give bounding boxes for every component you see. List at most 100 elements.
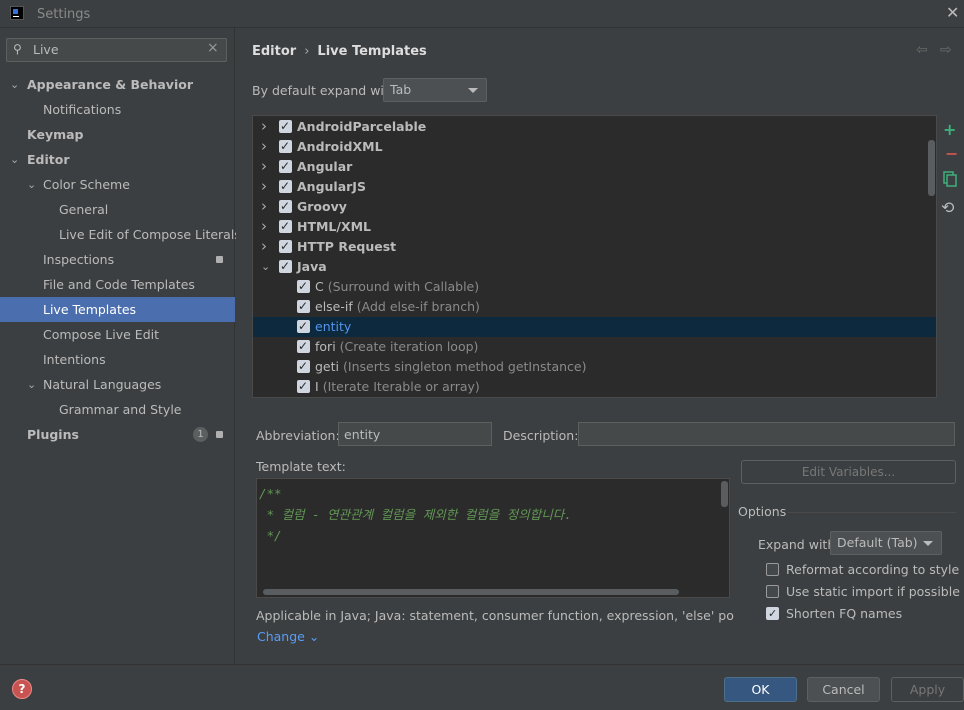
sidebar-item-label: File and Code Templates	[43, 277, 195, 292]
shorten-fq-label: Shorten FQ names	[786, 606, 903, 621]
template-name: I (Iterate Iterable or array)	[315, 377, 480, 397]
template-checkbox[interactable]	[279, 236, 292, 256]
remove-icon[interactable]: −	[945, 144, 958, 163]
template-group-row[interactable]: › Angular	[253, 156, 936, 177]
templates-scrollbar[interactable]	[928, 140, 935, 196]
template-checkbox[interactable]	[279, 196, 292, 216]
apply-button[interactable]: Apply	[891, 677, 964, 702]
sidebar-item-label: Natural Languages	[43, 377, 162, 392]
shorten-fq-checkbox[interactable]	[766, 605, 779, 623]
sidebar-item-live-edit-of-compose-literals[interactable]: Live Edit of Compose Literals	[0, 222, 241, 247]
expand-with-dropdown[interactable]: Default (Tab)	[830, 531, 942, 555]
sidebar-item-keymap[interactable]: Keymap	[0, 122, 235, 147]
template-checkbox[interactable]	[297, 336, 310, 356]
sidebar-item-grammar-and-style[interactable]: Grammar and Style	[0, 397, 235, 422]
template-group-row[interactable]: › AndroidXML	[253, 136, 936, 157]
add-icon[interactable]: +	[943, 120, 956, 139]
template-group-row[interactable]: › AngularJS	[253, 176, 936, 197]
template-group-row[interactable]: › Groovy	[253, 196, 936, 217]
sidebar-item-plugins[interactable]: Plugins 1	[0, 422, 235, 447]
sidebar-item-notifications[interactable]: Notifications	[0, 97, 235, 122]
template-name: entity	[315, 317, 351, 337]
template-name-text: Groovy	[297, 199, 347, 214]
template-text-editor[interactable]: /** * 컬럼 - 연관관계 컬럼을 제외한 컬럼을 정의합니다. */	[256, 478, 730, 598]
template-group-row[interactable]: › AndroidParcelable	[253, 116, 936, 137]
template-row[interactable]: entity	[253, 316, 936, 337]
editor-vertical-scrollbar[interactable]	[721, 481, 728, 507]
ok-button[interactable]: OK	[724, 677, 797, 702]
edit-variables-button[interactable]: Edit Variables...	[741, 460, 956, 484]
cancel-button[interactable]: Cancel	[807, 677, 880, 702]
options-divider	[788, 512, 956, 513]
description-input[interactable]	[578, 422, 955, 446]
template-row[interactable]: I(Iterate Iterable or array)	[253, 376, 936, 397]
change-contexts-link[interactable]: Change ⌄	[257, 629, 319, 644]
template-checkbox[interactable]	[297, 376, 310, 396]
restore-defaults-icon[interactable]: ⟲	[941, 198, 954, 217]
template-checkbox[interactable]	[279, 156, 292, 176]
sidebar-item-live-templates[interactable]: Live Templates	[0, 297, 235, 322]
abbreviation-input[interactable]	[338, 422, 492, 446]
sidebar-item-file-and-code-templates[interactable]: File and Code Templates	[0, 272, 235, 297]
chevron-right-icon[interactable]: ›	[261, 156, 267, 176]
sidebar-item-general[interactable]: General	[0, 197, 235, 222]
sidebar-item-inspections[interactable]: Inspections	[0, 247, 235, 272]
template-checkbox[interactable]	[297, 316, 310, 336]
sidebar-item-intentions[interactable]: Intentions	[0, 347, 235, 372]
template-checkbox[interactable]	[279, 176, 292, 196]
chevron-down-icon[interactable]: ⌄	[27, 172, 36, 197]
template-checkbox[interactable]	[279, 116, 292, 136]
template-checkbox[interactable]	[279, 256, 292, 276]
template-name: AngularJS	[297, 177, 366, 197]
help-icon[interactable]: ?	[12, 679, 32, 699]
sidebar-item-label: Grammar and Style	[59, 402, 182, 417]
chevron-right-icon[interactable]: ›	[261, 136, 267, 156]
chevron-right-icon[interactable]: ›	[261, 196, 267, 216]
template-checkbox[interactable]	[279, 136, 292, 156]
editor-horizontal-scrollbar[interactable]	[263, 589, 679, 595]
template-checkbox[interactable]	[297, 356, 310, 376]
sidebar-item-natural-languages[interactable]: ⌄ Natural Languages	[0, 372, 235, 397]
chevron-down-icon[interactable]: ⌄	[10, 147, 19, 172]
search-icon: ⚲	[13, 42, 22, 56]
copy-icon[interactable]	[943, 171, 957, 187]
clear-search-icon[interactable]: ×	[207, 40, 219, 56]
templates-tree[interactable]: › AndroidParcelable › AndroidXML › Angular › An…	[252, 115, 937, 398]
reformat-label: Reformat according to style	[786, 562, 960, 577]
template-group-row[interactable]: › HTML/XML	[253, 216, 936, 237]
template-group-row[interactable]: ⌄ Java	[253, 256, 936, 277]
template-group-row[interactable]: › HTTP Request	[253, 236, 936, 257]
search-box[interactable]: ⚲ ×	[6, 38, 227, 62]
breadcrumb-parent[interactable]: Editor	[252, 44, 296, 59]
template-row[interactable]: else-if(Add else-if branch)	[253, 296, 936, 317]
sidebar-item-label: Notifications	[43, 102, 122, 117]
sidebar-item-editor[interactable]: ⌄ Editor	[0, 147, 235, 172]
template-row[interactable]: geti (Inserts singleton method getInstanc…	[253, 356, 936, 377]
template-name-text: geti	[315, 359, 339, 374]
chevron-down-icon[interactable]: ⌄	[27, 372, 36, 397]
template-checkbox[interactable]	[297, 296, 310, 316]
default-expand-dropdown[interactable]: Tab	[383, 78, 487, 102]
back-arrow-icon[interactable]: ⇦	[916, 42, 928, 58]
sidebar-item-label: Appearance & Behavior	[27, 77, 193, 92]
chevron-right-icon[interactable]: ›	[261, 236, 267, 256]
close-icon[interactable]: ✕	[946, 3, 959, 22]
template-row[interactable]: fori(Create iteration loop)	[253, 336, 936, 357]
chevron-right-icon[interactable]: ›	[261, 116, 267, 136]
reformat-checkbox[interactable]	[766, 563, 779, 576]
sidebar-item-color-scheme[interactable]: ⌄ Color Scheme	[0, 172, 235, 197]
template-name: AndroidParcelable	[297, 117, 426, 137]
forward-arrow-icon[interactable]: ⇨	[940, 42, 952, 58]
sidebar-item-compose-live-edit[interactable]: Compose Live Edit	[0, 322, 235, 347]
template-row[interactable]: C(Surround with Callable)	[253, 276, 936, 297]
template-checkbox[interactable]	[297, 276, 310, 296]
template-checkbox[interactable]	[279, 216, 292, 236]
chevron-down-icon[interactable]: ⌄	[261, 257, 270, 277]
chevron-down-icon[interactable]: ⌄	[10, 72, 19, 97]
sidebar-item-appearance-behavior[interactable]: ⌄ Appearance & Behavior	[0, 72, 235, 97]
chevron-right-icon[interactable]: ›	[261, 216, 267, 236]
static-import-checkbox[interactable]	[766, 585, 779, 598]
sidebar-item-label: Intentions	[43, 352, 106, 367]
chevron-right-icon[interactable]: ›	[261, 176, 267, 196]
search-input[interactable]	[33, 42, 203, 57]
